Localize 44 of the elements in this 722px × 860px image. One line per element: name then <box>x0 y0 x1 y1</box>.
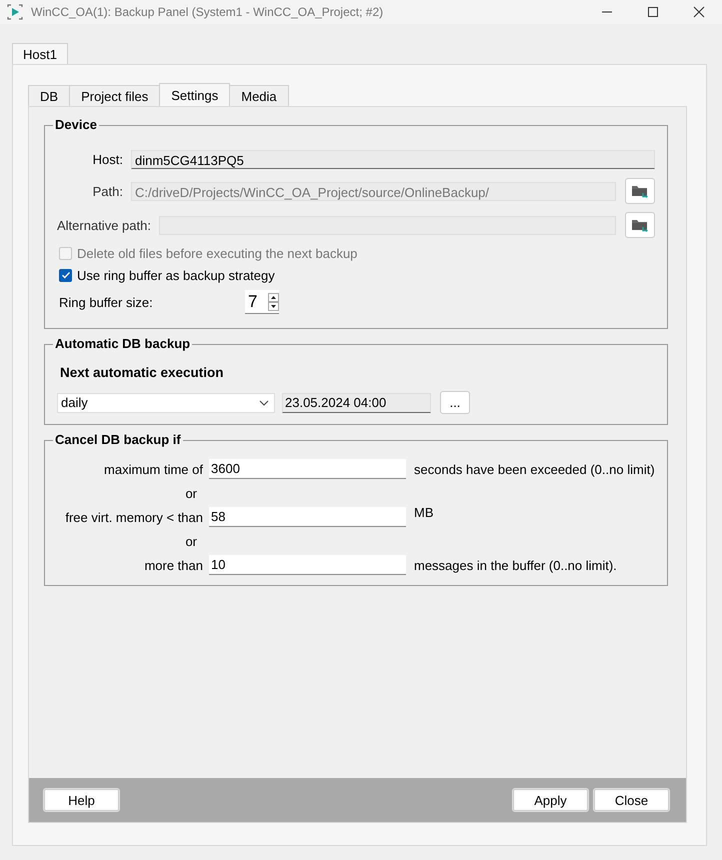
field-label: Ring buffer size: <box>58 294 154 310</box>
field-label: Alternative path: <box>57 218 152 232</box>
unit-label: seconds have been exceeded (0..no limit) <box>414 462 655 476</box>
window-title: WinCC_OA(1): Backup Panel (System1 - WinCC_OA_Project; #2) <box>31 5 384 19</box>
input-field[interactable]: 10 <box>209 555 406 575</box>
down-arrow-icon[interactable] <box>268 302 279 310</box>
dialog-button[interactable]: Close <box>594 789 669 811</box>
field-label: Host: <box>92 152 124 166</box>
unit-label: messages in the buffer (0..no limit). <box>414 558 617 572</box>
ellipsis-button[interactable]: ... <box>440 391 470 414</box>
maximize-icon[interactable] <box>647 6 659 18</box>
host-tab[interactable]: Host1 <box>12 43 68 64</box>
app-icon <box>7 4 23 20</box>
group-title: Device <box>53 117 99 132</box>
section-heading: Next automatic execution <box>60 365 225 380</box>
tab[interactable]: Media <box>229 85 289 106</box>
close-icon[interactable] <box>693 6 705 18</box>
chevron-down-icon <box>259 400 269 406</box>
date-time-field[interactable]: 23.05.2024 04:00 <box>282 392 431 412</box>
tab[interactable]: DB <box>28 85 70 106</box>
folder-icon <box>631 217 649 233</box>
input-field[interactable]: 3600 <box>209 459 406 479</box>
or-label: or <box>185 534 197 548</box>
spin-box[interactable]: 7 <box>245 290 279 314</box>
checkbox-label: Use ring buffer as backup strategy <box>77 268 275 282</box>
or-label: or <box>185 486 197 500</box>
group-title: Automatic DB backup <box>53 336 192 351</box>
up-arrow-icon[interactable] <box>268 292 279 302</box>
input-field[interactable]: 58 <box>209 507 406 527</box>
help-button[interactable]: Help <box>44 789 119 811</box>
folder-icon <box>631 183 649 199</box>
checkbox-label: Delete old files before executing the next backup <box>77 246 358 260</box>
field-label: more than <box>143 558 204 572</box>
text-field[interactable]: dinm5CG4113PQ5 <box>131 150 655 168</box>
field-label: free virt. memory < than <box>64 510 204 524</box>
checkbox[interactable] <box>59 268 72 282</box>
tab[interactable]: Settings <box>159 83 230 106</box>
group-title: Cancel DB backup if <box>53 432 183 447</box>
tab[interactable]: Project files <box>69 85 160 106</box>
field-label: Path: <box>92 184 124 198</box>
frequency-dropdown[interactable]: daily <box>57 392 275 412</box>
dialog-button[interactable]: Apply <box>513 789 588 811</box>
field-label: maximum time of <box>103 462 204 476</box>
unit-label: MB <box>414 505 434 520</box>
